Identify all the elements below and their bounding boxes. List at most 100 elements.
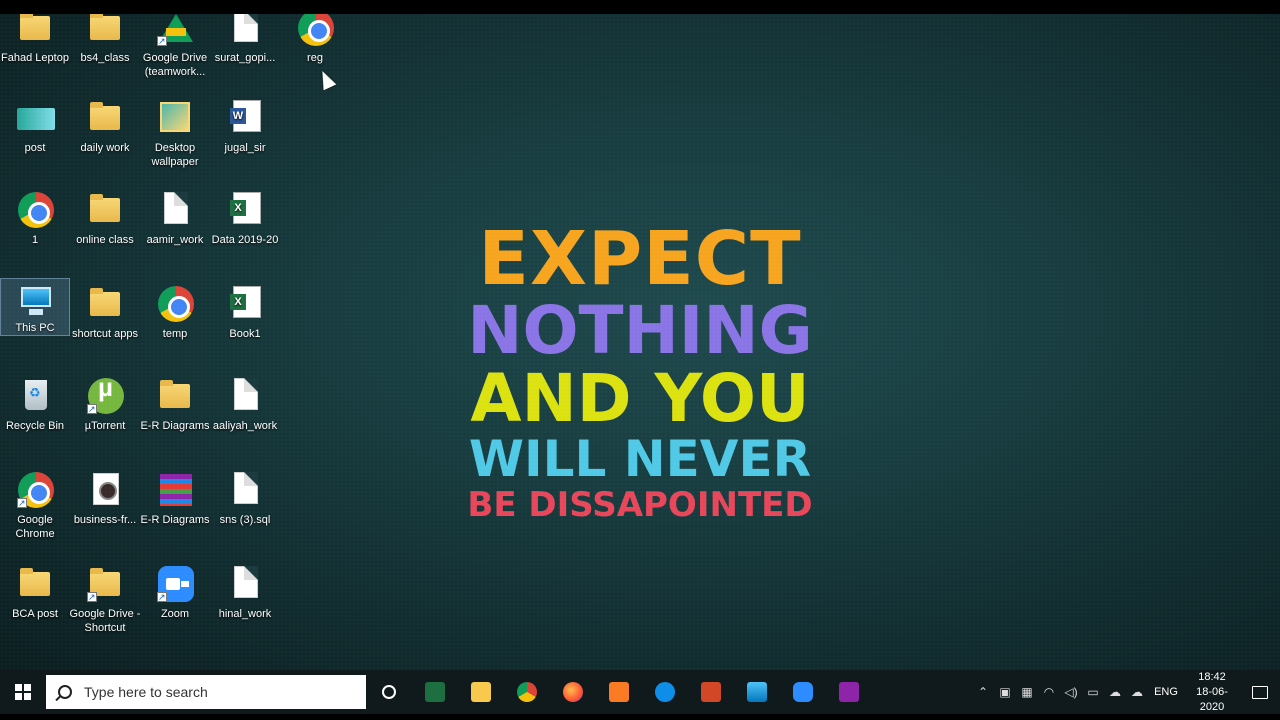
- action-center-button[interactable]: [1240, 670, 1280, 714]
- clock[interactable]: 18:42 18-06-2020: [1184, 670, 1240, 715]
- desktop-icon-book1[interactable]: Book1: [210, 282, 280, 372]
- battery-icon[interactable]: ▭: [1082, 670, 1104, 714]
- folder-icon: [85, 98, 125, 138]
- icon-label: Zoom: [160, 608, 190, 620]
- taskbar-app-gsuite[interactable]: [826, 670, 872, 714]
- icon-label: temp: [162, 328, 188, 340]
- desktop-icon-surat-gopi[interactable]: surat_gopi...: [210, 14, 280, 96]
- security-tray-icon[interactable]: ▣: [994, 670, 1016, 714]
- photos-icon: [747, 682, 767, 702]
- icon-label: Google Chrome: [15, 514, 55, 540]
- app-tray-icon[interactable]: ▦: [1016, 670, 1038, 714]
- taskbar-app-photos[interactable]: [734, 670, 780, 714]
- icon-label: E-R Diagrams: [140, 420, 210, 432]
- start-button[interactable]: [0, 670, 46, 714]
- xampp-icon: [609, 682, 629, 702]
- motto-line-will-never: WILL NEVER: [468, 430, 812, 488]
- search-placeholder: Type here to search: [84, 684, 208, 700]
- taskbar-app-zoom[interactable]: [780, 670, 826, 714]
- desktop-icon-data-2019-20[interactable]: Data 2019-20: [210, 188, 280, 278]
- desktop-icon-fahad-leptop[interactable]: Fahad Leptop: [0, 14, 70, 96]
- icon-label: Book1: [229, 328, 261, 340]
- onedrive-cloud-icon[interactable]: ☁: [1104, 670, 1126, 714]
- volume-icon[interactable]: ◁): [1060, 670, 1082, 714]
- icon-label: E-R Diagrams: [140, 514, 210, 526]
- desktop-icon-hinal-work[interactable]: hinal_work: [210, 562, 280, 652]
- taskbar-app-xampp[interactable]: [596, 670, 642, 714]
- icon-label: Google Drive (teamwork...: [142, 52, 208, 78]
- gsuite-icon: [839, 682, 859, 702]
- postcard-icon: [15, 98, 55, 138]
- icon-label: Fahad Leptop: [1, 52, 69, 64]
- desktop-icon-google-drive-shortcut[interactable]: Google Drive - Shortcut: [70, 562, 140, 652]
- desktop: Fahad Leptop post 1 This PC Recycle Bin …: [0, 14, 1280, 670]
- icon-label: sns (3).sql: [219, 514, 271, 526]
- teamviewer-icon: [655, 682, 675, 702]
- desktop-icon-desktop-wallpaper[interactable]: Desktop wallpaper: [140, 96, 210, 186]
- desktop-icon-bca-post[interactable]: BCA post: [0, 562, 70, 652]
- desktop-icon-utorrent[interactable]: µTorrent: [70, 374, 140, 464]
- folder-icon: [15, 564, 55, 604]
- desktop-icon-business-fr[interactable]: business-fr...: [70, 468, 140, 558]
- file-icon: [225, 564, 265, 604]
- desktop-icon-jugal-sir[interactable]: jugal_sir: [210, 96, 280, 186]
- desktop-icon-zoom[interactable]: Zoom: [140, 562, 210, 652]
- folder-icon: [85, 284, 125, 324]
- taskbar-app-file-explorer[interactable]: [458, 670, 504, 714]
- show-hidden-icons-chevron-up-icon[interactable]: ⌃: [972, 670, 994, 714]
- desktop-icon-online-class[interactable]: online class: [70, 188, 140, 278]
- notification-icon: [1252, 685, 1268, 699]
- taskbar-app-powerpoint[interactable]: [688, 670, 734, 714]
- desktop-icon-daily-work[interactable]: daily work: [70, 96, 140, 186]
- wallpaper-folder-icon: [155, 98, 195, 138]
- language-indicator[interactable]: ENG: [1148, 686, 1184, 698]
- folder-icon: [85, 14, 125, 48]
- taskbar-app-excel[interactable]: [412, 670, 458, 714]
- winrar-icon: [155, 470, 195, 510]
- desktop-icon-aaliyah-work[interactable]: aaliyah_work: [210, 374, 280, 464]
- icon-label: daily work: [80, 142, 130, 154]
- desktop-icon-temp[interactable]: temp: [140, 282, 210, 372]
- desktop-icon-recycle-bin[interactable]: Recycle Bin: [0, 374, 70, 464]
- taskbar-app-teamviewer[interactable]: [642, 670, 688, 714]
- desktop-icon-this-pc[interactable]: This PC: [0, 278, 70, 336]
- desktop-icon-reg[interactable]: reg: [280, 14, 350, 96]
- desktop-icon-bs4-class[interactable]: bs4_class: [70, 14, 140, 96]
- wifi-icon[interactable]: ◠: [1038, 670, 1060, 714]
- desktop-icon-aamir-work[interactable]: aamir_work: [140, 188, 210, 278]
- icon-label: shortcut apps: [71, 328, 139, 340]
- icon-label: online class: [76, 234, 134, 246]
- folder-user-icon: [15, 14, 55, 48]
- desktop-icon-shortcut-apps[interactable]: shortcut apps: [70, 282, 140, 372]
- desktop-icon-sns-sql[interactable]: sns (3).sql: [210, 468, 280, 558]
- desktop-icon-google-drive-teamwork[interactable]: Google Drive (teamwork...: [140, 14, 210, 96]
- taskbar-search-box[interactable]: Type here to search: [46, 675, 366, 709]
- windows-logo-icon: [15, 684, 31, 700]
- chrome-icon: [517, 682, 537, 702]
- desktop-icon-google-chrome[interactable]: Google Chrome: [0, 468, 70, 558]
- file-icon: [225, 14, 265, 48]
- cortana-icon: [382, 685, 396, 699]
- desktop-icon-post[interactable]: post: [0, 96, 70, 186]
- motto-line-and-you: AND YOU: [470, 360, 810, 437]
- desktop-icon-er-diagrams-archive[interactable]: E-R Diagrams: [140, 468, 210, 558]
- file-icon: [155, 190, 195, 230]
- icon-label: surat_gopi...: [214, 52, 276, 64]
- google-drive-icon: [155, 14, 195, 48]
- recycle-bin-icon: [15, 376, 55, 416]
- taskbar-app-chrome[interactable]: [504, 670, 550, 714]
- motto-line-nothing: NOTHING: [467, 292, 813, 369]
- system-tray: ⌃ ▣ ▦ ◠ ◁) ▭ ☁ ☁ ENG 18:42 18-06-2020: [972, 670, 1280, 714]
- icon-label: aamir_work: [146, 234, 204, 246]
- taskbar-app-firefox[interactable]: [550, 670, 596, 714]
- icon-label: hinal_work: [218, 608, 272, 620]
- firefox-icon: [563, 682, 583, 702]
- file-icon: [225, 470, 265, 510]
- icon-label: Data 2019-20: [211, 234, 279, 246]
- cortana-button[interactable]: [366, 670, 412, 714]
- cloud-upload-icon[interactable]: ☁: [1126, 670, 1148, 714]
- word-icon: [225, 98, 265, 138]
- zoom-icon: [155, 564, 195, 604]
- desktop-icon-er-diagrams-folder[interactable]: E-R Diagrams: [140, 374, 210, 464]
- desktop-icon-1[interactable]: 1: [0, 188, 70, 278]
